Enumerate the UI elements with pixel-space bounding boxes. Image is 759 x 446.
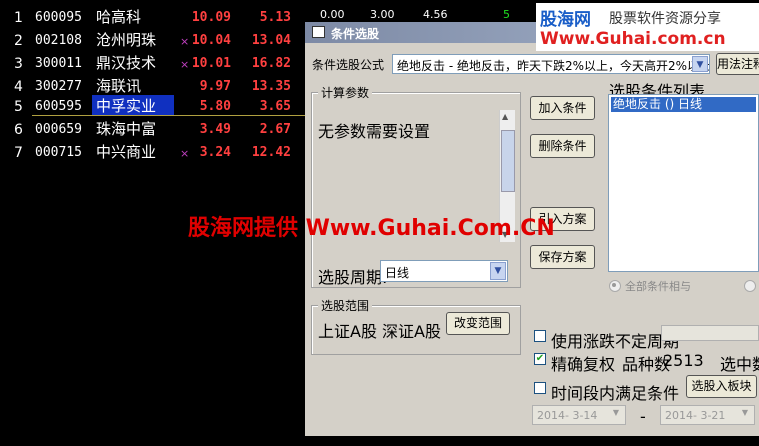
cond-list[interactable]: 绝地反击 () 日线: [608, 94, 759, 272]
stock-code: 000715: [35, 145, 82, 160]
precise-adjust-label: 精确复权: [551, 355, 616, 374]
formula-label: 条件选股公式: [312, 58, 385, 72]
watermark-url: Www.Guhai.com.cn: [540, 29, 726, 49]
watermark-middle: 股海网提供 Www.Guhai.Com.CN: [188, 216, 555, 241]
radio-or[interactable]: [744, 280, 756, 292]
delete-condition-button[interactable]: 删除条件: [530, 134, 595, 158]
scroll-up-icon[interactable]: ▲: [502, 112, 512, 122]
chevron-down-icon: ▼: [692, 56, 708, 72]
stock-name: 哈高科: [96, 8, 142, 26]
stock-row[interactable]: 6 000659 珠海中富 3.49 2.67: [0, 118, 305, 141]
stock-row-selected[interactable]: 5 600595 中孚实业 5.80 3.65: [0, 95, 305, 118]
scroll-thumb[interactable]: [501, 130, 515, 192]
stock-price: 3.24: [199, 145, 231, 160]
stock-name: 海联讯: [96, 77, 142, 95]
formula-select[interactable]: 绝地反击 - 绝地反击，昨天下跌2%以上，今天高开2%以上 ▼: [392, 54, 710, 74]
time-range-label: 时间段内满足条件: [551, 384, 680, 403]
stock-change-pct: 16.82: [251, 56, 291, 71]
stock-row[interactable]: 3 300011 鼎汉技术 × 10.01 16.82: [0, 52, 305, 75]
uncertain-period-checkbox[interactable]: [534, 330, 546, 342]
date-from-value: 2014- 3-14: [537, 409, 598, 422]
stock-mark: ×: [180, 58, 190, 71]
strip-value: 4.56: [423, 8, 448, 21]
dialog-title: 条件选股: [331, 27, 380, 41]
radio-dot: [612, 283, 616, 287]
cond-list-item[interactable]: 绝地反击 () 日线: [611, 97, 756, 112]
watermark-brand: 股海网: [540, 10, 591, 30]
strip-value: 5: [503, 8, 510, 21]
stock-row[interactable]: 7 000715 中兴商业 × 3.24 12.42: [0, 141, 305, 164]
stock-price: 10.01: [191, 56, 231, 71]
row-index: 2: [14, 33, 23, 49]
stock-price: 3.49: [199, 122, 231, 137]
row-index: 6: [14, 122, 23, 138]
period-select[interactable]: 日线 ▼: [380, 260, 508, 282]
dialog-icon: [312, 26, 325, 38]
stock-change-pct: 3.65: [259, 99, 291, 114]
stock-change-pct: 2.67: [259, 122, 291, 137]
stock-price: 9.97: [199, 79, 231, 94]
range-text: 上证A股 深证A股: [318, 322, 441, 341]
to-board-button[interactable]: 选股入板块: [686, 375, 757, 398]
stock-name: 中兴商业: [96, 143, 157, 161]
strip-value: 3.00: [370, 8, 395, 21]
time-range-checkbox[interactable]: [534, 382, 546, 394]
stock-code: 002108: [35, 33, 82, 48]
chevron-down-icon: ▼: [741, 408, 749, 417]
formula-value: 绝地反击 - 绝地反击，昨天下跌2%以上，今天高开2%以上: [397, 59, 710, 73]
stock-price: 10.04: [191, 33, 231, 48]
stock-code: 600595: [35, 99, 82, 114]
uncertain-period-label: 使用涨跌不定周期: [551, 332, 680, 351]
stock-row[interactable]: 2 002108 沧州明珠 × 10.04 13.04: [0, 29, 305, 52]
add-condition-button[interactable]: 加入条件: [530, 96, 595, 120]
chevron-down-icon: ▼: [612, 408, 620, 417]
stock-change-pct: 12.42: [251, 145, 291, 160]
stock-code: 300011: [35, 56, 82, 71]
stock-name: 中孚实业: [96, 97, 157, 115]
date-to-field[interactable]: 2014- 3-21 ▼: [660, 405, 755, 425]
uncertain-period-field[interactable]: [661, 325, 759, 341]
watermark-tagline: 股票软件资源分享: [609, 11, 721, 27]
stock-code: 300277: [35, 79, 82, 94]
stock-code: 000659: [35, 122, 82, 137]
row-index: 1: [14, 10, 23, 26]
date-separator: -: [640, 407, 646, 426]
usage-note-button[interactable]: 用法注释: [716, 53, 759, 75]
watermark-logo: 股海网 股票软件资源分享 Www.Guhai.com.cn: [536, 3, 759, 51]
row-index: 7: [14, 145, 23, 161]
params-text: 无参数需要设置: [318, 122, 431, 141]
stock-row[interactable]: 1 600095 哈高科 10.09 5.13: [0, 6, 305, 29]
save-scheme-button[interactable]: 保存方案: [530, 245, 595, 269]
stock-count: 2513: [663, 351, 704, 370]
stock-change-pct: 13.35: [251, 79, 291, 94]
stock-price: 10.09: [191, 10, 231, 25]
change-range-button[interactable]: 改变范围: [446, 312, 510, 335]
stock-mark: ×: [180, 147, 190, 160]
strip-value: 0.00: [320, 8, 345, 21]
params-group-label: 计算参数: [318, 84, 373, 101]
selected-count-label: 选中数: [720, 355, 759, 374]
all-conditions-and-label: 全部条件相与: [625, 280, 691, 293]
row-index: 4: [14, 79, 23, 95]
stock-name: 沧州明珠: [96, 31, 157, 49]
row-index: 3: [14, 56, 23, 72]
stock-name: 鼎汉技术: [96, 54, 157, 72]
range-group-label: 选股范围: [318, 297, 373, 314]
stock-change-pct: 13.04: [251, 33, 291, 48]
stock-mark: ×: [180, 35, 190, 48]
precise-adjust-checkbox[interactable]: ✔: [534, 353, 546, 365]
stock-change-pct: 5.13: [259, 10, 291, 25]
period-label: 选股周期:: [318, 268, 388, 287]
stock-price: 5.80: [199, 99, 231, 114]
stock-name: 珠海中富: [96, 120, 157, 138]
date-from-field[interactable]: 2014- 3-14 ▼: [532, 405, 626, 425]
chevron-down-icon: ▼: [490, 262, 506, 280]
stock-code: 600095: [35, 10, 82, 25]
row-index: 5: [14, 99, 23, 115]
period-value: 日线: [385, 266, 410, 280]
date-to-value: 2014- 3-21: [665, 409, 726, 422]
